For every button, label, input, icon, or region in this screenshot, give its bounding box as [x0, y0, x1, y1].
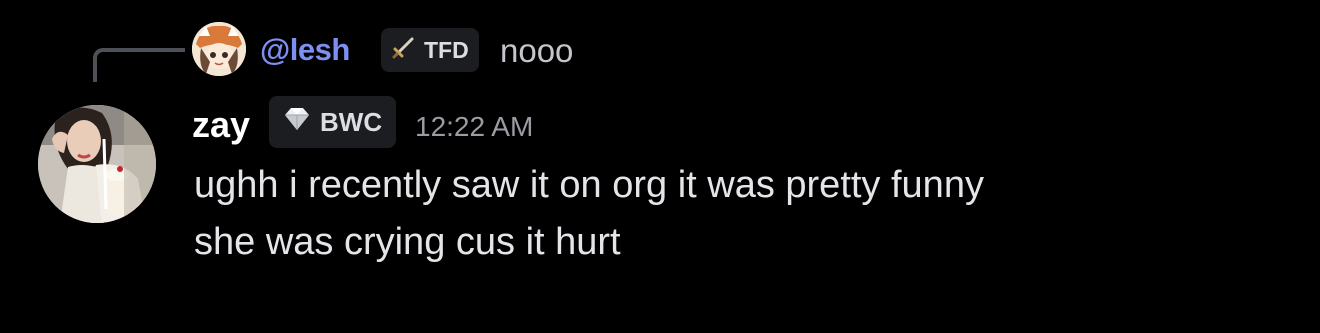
author-avatar[interactable] [38, 105, 156, 223]
reply-preview-text[interactable]: nooo [500, 31, 573, 71]
message-text-line: she was crying cus it hurt [194, 221, 621, 263]
reply-avatar[interactable] [192, 22, 246, 76]
chat-message-group: @lesh TFD nooo zay BWC 12:22 AM ughh i r… [0, 0, 1320, 333]
author-guild-tag[interactable]: BWC [269, 96, 397, 148]
reply-author-name[interactable]: @lesh [260, 31, 350, 69]
diamond-icon [281, 106, 313, 139]
message-timestamp[interactable]: 12:22 AM [415, 107, 533, 147]
sword-icon [391, 34, 417, 66]
reply-guild-tag[interactable]: TFD [381, 28, 479, 72]
author-name[interactable]: zay [192, 100, 250, 150]
message-text-line: ughh i recently saw it on org it was pre… [194, 164, 984, 206]
reply-connector-line [93, 48, 185, 82]
reply-guild-tag-label: TFD [424, 36, 469, 63]
reply-avatar-image [192, 22, 246, 76]
author-avatar-image [38, 105, 156, 223]
author-guild-tag-label: BWC [320, 106, 383, 137]
